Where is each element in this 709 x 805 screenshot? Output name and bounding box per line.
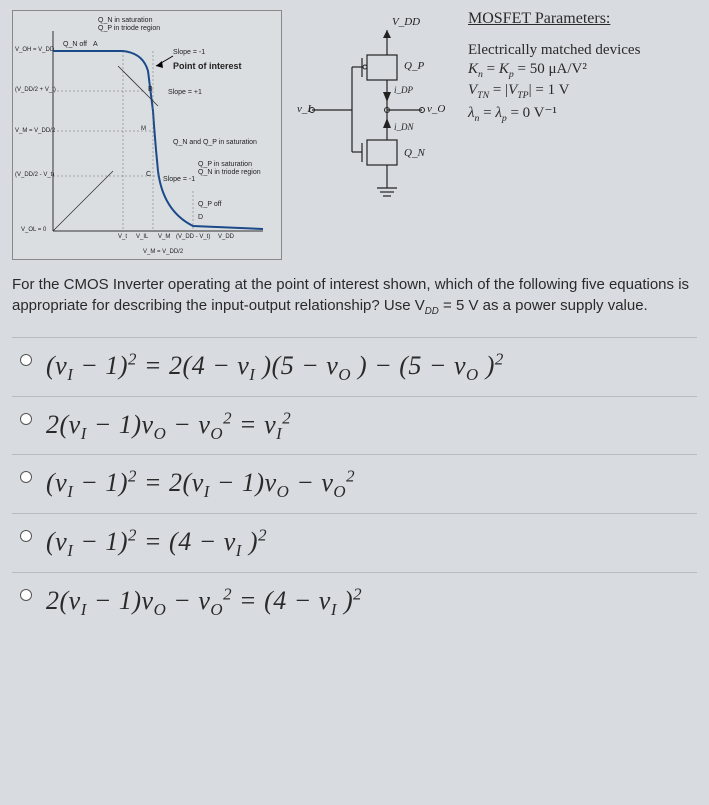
circuit-vi-label: v_I (297, 103, 311, 115)
graph-point-label: A (93, 41, 98, 48)
x-axis-label: V_t (118, 234, 127, 240)
y-axis-label: (V_DD/2 - V_t) (15, 172, 54, 178)
graph-region-label: Q_P off (198, 201, 221, 208)
transfer-characteristic-graph: Q_N in saturation Q_P in triode region Q… (12, 10, 282, 260)
graph-slope-label: Slope = +1 (168, 89, 202, 96)
y-axis-label: V_OL = 0 (21, 227, 46, 233)
circuit-idp-label: i_DP (394, 85, 413, 95)
point-of-interest-label: Point of interest (173, 61, 242, 71)
equation-b: 2(vI − 1)vO − vO2 = vI2 (46, 403, 291, 449)
graph-region-label: Q_P in triode region (98, 25, 160, 32)
graph-region-label: Q_N and Q_P in saturation (173, 139, 257, 146)
radio-icon[interactable] (20, 471, 32, 483)
cmos-inverter-circuit: V_DD Q_P i_DP v_I v_O i_DN Q_N (292, 10, 452, 210)
params-line: λn = λp = 0 V⁻¹ (468, 103, 697, 124)
radio-icon[interactable] (20, 354, 32, 366)
circuit-vo-label: v_O (427, 103, 445, 115)
params-title: MOSFET Parameters: (468, 10, 697, 28)
y-axis-label: V_OH = V_DD (15, 47, 54, 53)
x-axis-label: V_IL (136, 234, 148, 240)
circuit-vdd-label: V_DD (392, 16, 420, 28)
params-line: Electrically matched devices (468, 42, 697, 59)
graph-region-label: Q_N in triode region (198, 169, 261, 176)
option-a[interactable]: (vI − 1)2 = 2(4 − vI )(5 − vO ) − (5 − v… (12, 337, 697, 396)
question-text: For the CMOS Inverter operating at the p… (12, 274, 697, 319)
circuit-qn-label: Q_N (404, 147, 425, 159)
mosfet-parameters: MOSFET Parameters: Electrically matched … (462, 10, 697, 260)
graph-region-label: Q_N off (63, 41, 87, 48)
y-axis-label: (V_DD/2 + V_t) (15, 87, 56, 93)
y-axis-label: V_M = V_DD/2 (15, 128, 55, 134)
equation-c: (vI − 1)2 = 2(vI − 1)vO − vO2 (46, 461, 355, 507)
x-axis-label: (V_DD - V_t) (176, 234, 210, 240)
graph-point-label: D (198, 214, 203, 221)
equation-d: (vI − 1)2 = (4 − vI )2 (46, 520, 267, 566)
equation-e: 2(vI − 1)vO − vO2 = (4 − vI )2 (46, 579, 362, 625)
circuit-idn-label: i_DN (394, 122, 414, 132)
graph-point-label: M (141, 126, 146, 132)
circuit-qp-label: Q_P (404, 60, 424, 72)
graph-slope-label: Slope = -1 (163, 176, 195, 183)
x-axis-label: V_M (158, 234, 170, 240)
graph-point-label: C (146, 171, 151, 178)
graph-region-label: Q_P in saturation (198, 161, 252, 168)
x-axis-bottom-label: V_M = V_DD/2 (143, 249, 183, 255)
option-e[interactable]: 2(vI − 1)vO − vO2 = (4 − vI )2 (12, 572, 697, 631)
graph-region-label: Q_N in saturation (98, 17, 152, 24)
radio-icon[interactable] (20, 413, 32, 425)
radio-icon[interactable] (20, 530, 32, 542)
graph-point-label: B (148, 86, 153, 93)
option-b[interactable]: 2(vI − 1)vO − vO2 = vI2 (12, 396, 697, 455)
params-line: Kn = Kp = 50 μA/V² (468, 61, 697, 80)
graph-slope-label: Slope = -1 (173, 49, 205, 56)
x-axis-label: V_DD (218, 234, 234, 240)
equation-a: (vI − 1)2 = 2(4 − vI )(5 − vO ) − (5 − v… (46, 344, 504, 390)
option-d[interactable]: (vI − 1)2 = (4 − vI )2 (12, 513, 697, 572)
radio-icon[interactable] (20, 589, 32, 601)
option-c[interactable]: (vI − 1)2 = 2(vI − 1)vO − vO2 (12, 454, 697, 513)
params-line: VTN = |VTP| = 1 V (468, 82, 697, 101)
